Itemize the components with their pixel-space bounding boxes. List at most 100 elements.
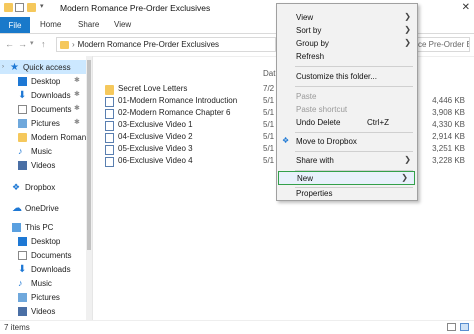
- star-icon: ★: [10, 61, 19, 73]
- close-icon[interactable]: ✕: [462, 2, 470, 13]
- menu-label: Properties: [296, 189, 333, 198]
- up-icon[interactable]: ↑: [41, 39, 46, 49]
- file-name: 02-Modern Romance Chapter 6: [118, 108, 231, 117]
- window-title: Modern Romance Pre-Order Exclusives: [60, 3, 211, 13]
- file-date: 5/1: [263, 144, 275, 153]
- forward-icon[interactable]: →: [18, 39, 27, 49]
- tab-home[interactable]: Home: [40, 20, 61, 29]
- nav-item-music[interactable]: ♪ Music: [18, 144, 52, 158]
- address-bar[interactable]: › Modern Romance Pre-Order Exclusives: [56, 37, 276, 52]
- nav-label: Pictures: [31, 118, 60, 128]
- nav-item-downloads[interactable]: ⬇ Downloads: [18, 88, 71, 102]
- nav-item-dropbox[interactable]: ❖ Dropbox: [12, 180, 55, 194]
- nav-item-quick-access[interactable]: › ★ Quick access: [0, 60, 86, 74]
- column-header-date[interactable]: Dat: [263, 69, 275, 78]
- video-file-icon: [105, 109, 114, 119]
- nav-scrollbar-thumb[interactable]: [87, 60, 91, 250]
- context-menu: View ❯ Sort by ❯ Group by ❯ Refresh Cust…: [276, 3, 418, 201]
- menu-item-properties[interactable]: Properties: [277, 187, 417, 200]
- chevron-right-icon: ❯: [404, 38, 411, 47]
- details-view-icon[interactable]: [447, 323, 456, 331]
- menu-label: Refresh: [296, 52, 325, 61]
- menu-item-view[interactable]: View ❯: [277, 11, 417, 24]
- video-file-icon: [105, 157, 114, 167]
- recent-dropdown-icon[interactable]: ▾: [30, 39, 34, 47]
- menu-item-sort-by[interactable]: Sort by ❯: [277, 24, 417, 37]
- menu-item-paste-shortcut[interactable]: Paste shortcut: [277, 103, 417, 116]
- menu-label: View: [296, 13, 314, 22]
- menu-label: Paste: [296, 92, 317, 101]
- properties-icon[interactable]: [15, 3, 24, 12]
- file-date: 5/1: [263, 96, 275, 105]
- file-date: 5/1: [263, 120, 275, 129]
- menu-item-undo-delete[interactable]: Undo Delete Ctrl+Z: [277, 116, 417, 129]
- nav-label: Music: [31, 146, 52, 156]
- download-icon: ⬇: [18, 263, 27, 275]
- nav-item-onedrive[interactable]: ☁ OneDrive: [12, 201, 59, 215]
- nav-label: Videos: [31, 306, 56, 316]
- address-path: Modern Romance Pre-Order Exclusives: [77, 40, 220, 49]
- nav-item-pc-documents[interactable]: Documents: [18, 248, 71, 262]
- tab-file[interactable]: File: [0, 17, 30, 33]
- music-icon: ♪: [18, 145, 23, 156]
- nav-item-pc-videos[interactable]: Videos: [18, 304, 55, 318]
- menu-item-customize[interactable]: Customize this folder...: [277, 70, 417, 83]
- menu-item-share-with[interactable]: Share with ❯: [277, 154, 417, 167]
- nav-label: Desktop: [31, 236, 61, 246]
- nav-label: Documents: [31, 104, 72, 114]
- menu-separator: [295, 86, 413, 87]
- menu-separator: [295, 66, 413, 67]
- video-file-icon: [105, 121, 114, 131]
- pin-icon[interactable]: ✱: [74, 104, 80, 112]
- nav-item-pc-desktop[interactable]: Desktop: [18, 234, 60, 248]
- document-icon: [18, 250, 27, 260]
- nav-item-desktop[interactable]: Desktop: [18, 74, 60, 88]
- pin-icon[interactable]: ✱: [74, 76, 80, 84]
- tab-share[interactable]: Share: [78, 20, 99, 29]
- quick-access-dropdown-icon[interactable]: ▾: [40, 2, 49, 11]
- menu-item-new[interactable]: New ❯: [278, 171, 415, 185]
- large-icons-view-icon[interactable]: [460, 323, 469, 331]
- nav-label: Desktop: [31, 76, 61, 86]
- new-folder-icon[interactable]: [27, 3, 36, 12]
- tab-view[interactable]: View: [114, 20, 131, 29]
- menu-label: Paste shortcut: [296, 105, 348, 114]
- nav-item-pictures[interactable]: Pictures: [18, 116, 60, 130]
- nav-label: Videos: [31, 160, 56, 170]
- back-icon[interactable]: ←: [5, 39, 14, 49]
- video-file-icon: [105, 145, 114, 155]
- videos-icon: [18, 306, 27, 316]
- nav-item-this-pc[interactable]: This PC: [12, 220, 53, 234]
- menu-item-refresh[interactable]: Refresh: [277, 50, 417, 63]
- search-input[interactable]: ce Pre-Order Exclusives: [415, 37, 470, 52]
- nav-item-pc-music[interactable]: ♪ Music: [18, 276, 52, 290]
- nav-label: Dropbox: [25, 182, 56, 192]
- nav-label: This PC: [25, 222, 54, 232]
- music-icon: ♪: [18, 277, 23, 288]
- nav-scrollbar[interactable]: [86, 56, 92, 320]
- nav-item-documents[interactable]: Documents: [18, 102, 71, 116]
- pin-icon[interactable]: ✱: [74, 90, 80, 98]
- video-file-icon: [105, 97, 114, 107]
- menu-label: Undo Delete: [296, 118, 341, 127]
- menu-item-move-to-dropbox[interactable]: ❖ Move to Dropbox: [277, 135, 417, 148]
- nav-label: Quick access: [23, 62, 71, 72]
- file-name: Secret Love Letters: [118, 84, 188, 93]
- dropbox-icon: ❖: [282, 136, 290, 145]
- navigation-pane: › ★ Quick access Desktop ✱ ⬇ Downloads ✱…: [0, 56, 93, 320]
- file-size: 3,908 KB: [432, 108, 465, 117]
- folder-icon: [105, 85, 114, 95]
- computer-icon: [12, 222, 21, 232]
- nav-item-pc-downloads[interactable]: ⬇ Downloads: [18, 262, 71, 276]
- folder-icon: [18, 132, 27, 142]
- pin-icon[interactable]: ✱: [74, 118, 80, 126]
- chevron-down-icon[interactable]: ›: [2, 64, 10, 70]
- nav-item-pc-pictures[interactable]: Pictures: [18, 290, 60, 304]
- chevron-right-icon: ❯: [404, 155, 411, 164]
- folder-icon: [4, 3, 13, 12]
- menu-item-paste[interactable]: Paste: [277, 90, 417, 103]
- nav-item-modern-romance[interactable]: Modern Romanc: [18, 130, 90, 144]
- menu-item-group-by[interactable]: Group by ❯: [277, 37, 417, 50]
- nav-label: Pictures: [31, 292, 60, 302]
- nav-item-videos[interactable]: Videos: [18, 158, 55, 172]
